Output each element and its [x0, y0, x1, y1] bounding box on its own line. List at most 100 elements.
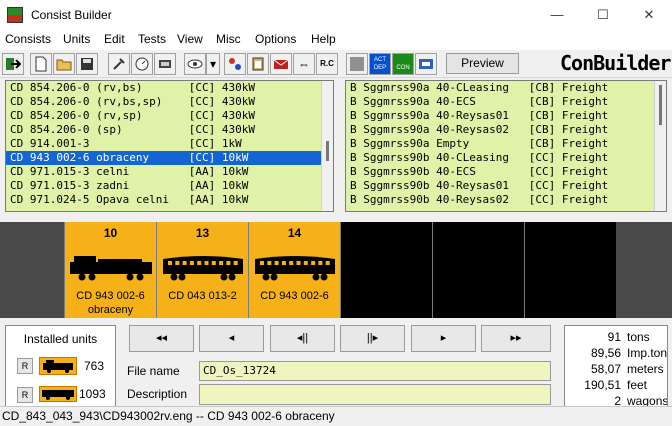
kit-icon[interactable]	[415, 53, 437, 75]
window-title: Consist Builder	[31, 8, 112, 22]
title-bar: Consist Builder — ☐ ✕	[0, 0, 672, 30]
act-dep-button[interactable]: ACT DEP	[369, 53, 391, 75]
coupler-icon[interactable]	[154, 53, 176, 75]
save-icon[interactable]	[76, 53, 98, 75]
color-swap-icon[interactable]	[224, 53, 246, 75]
new-file-icon[interactable]	[30, 53, 52, 75]
menu-units[interactable]: Units	[63, 32, 90, 46]
menu-bar: Consists Units Edit Tests View Misc Opti…	[0, 30, 672, 50]
consist-slot[interactable]	[432, 222, 524, 318]
resize-arrows-icon[interactable]: ⇔	[293, 53, 315, 75]
stat-unit: feet	[627, 378, 648, 392]
previous-unit-button[interactable]: ◂||	[270, 325, 335, 352]
coach-icon	[163, 256, 243, 281]
rc-button[interactable]: R.C	[316, 53, 338, 75]
wagon-unit-icon	[39, 386, 77, 402]
wagon-list-item[interactable]: B Sggmrss90a 40-CLeasing [CB] Freight	[346, 81, 666, 95]
view-eye-icon[interactable]	[184, 53, 206, 75]
menu-view[interactable]: View	[177, 32, 203, 46]
slot-unit-name: CD 943 002-6	[260, 290, 329, 302]
slot-unit-label: CD 043 013-2	[157, 289, 248, 303]
engine-list-item[interactable]: CD 854.206-0 (rv,bs,sp) [CC] 430kW	[6, 95, 333, 109]
first-unit-button[interactable]: ◂◂	[129, 325, 194, 352]
gray-square-icon[interactable]	[346, 53, 368, 75]
minimize-button[interactable]: —	[534, 0, 580, 30]
preview-button[interactable]: Preview	[446, 53, 519, 74]
stat-value: 89,56	[590, 346, 621, 360]
exit-icon[interactable]	[2, 53, 24, 75]
consist-slot[interactable]: 14 CD 943 002-6	[248, 222, 340, 318]
tools-icon[interactable]	[108, 53, 130, 75]
wagons-list[interactable]: B Sggmrss90a 40-CLeasing [CB] Freight B S…	[345, 80, 667, 212]
engine-list-item[interactable]: CD 854.206-0 (rv,bs) [CC] 430kW	[6, 81, 333, 95]
stat-row: 89,56 Imp.ton	[565, 346, 667, 362]
refresh-wagons-button[interactable]: R	[17, 387, 33, 403]
menu-consists[interactable]: Consists	[5, 32, 51, 46]
next-unit-button[interactable]: ||▸	[340, 325, 405, 352]
wagons-list-scrollbar[interactable]	[654, 81, 666, 211]
slot-position-number: 14	[287, 226, 302, 240]
menu-edit[interactable]: Edit	[104, 32, 125, 46]
wagon-list-item[interactable]: B Sggmrss90b 40-Reysas01 [CC] Freight	[346, 179, 666, 193]
paste-icon[interactable]	[247, 53, 269, 75]
stat-row: 58,07 meters	[565, 362, 667, 378]
installed-units-panel: Installed units R 763 R 1093	[5, 325, 116, 408]
view-dropdown-icon[interactable]: ▾	[206, 53, 220, 75]
con-button[interactable]: CON	[392, 53, 414, 75]
menu-tests[interactable]: Tests	[138, 32, 166, 46]
menu-options[interactable]: Options	[255, 32, 296, 46]
file-name-label: File name	[127, 364, 180, 378]
stat-value: 58,07	[590, 362, 621, 376]
engine-list-item[interactable]: CD 943 002-6 obraceny [CC] 10kW	[6, 151, 333, 165]
wagon-list-item[interactable]: B Sggmrss90b 40-CLeasing [CC] Freight	[346, 151, 666, 165]
engines-list[interactable]: CD 854.206-0 (rv,bs) [CC] 430kW CD 854.20…	[5, 80, 334, 212]
maximize-button[interactable]: ☐	[580, 0, 626, 30]
file-name-input[interactable]: CD_Os_13724	[199, 361, 551, 381]
consist-strip[interactable]: 10 CD 943 002-6 obraceny 13 CD 043 013-2 14 CD…	[0, 222, 672, 318]
consist-slot[interactable]: 10 CD 943 002-6 obraceny	[64, 222, 156, 318]
engine-list-item[interactable]: CD 971.015-3 zadni [AA] 10kW	[6, 179, 333, 193]
brand-logo: ConBuilder	[560, 51, 671, 75]
consist-slot[interactable]	[340, 222, 432, 318]
mail-icon[interactable]	[270, 53, 292, 75]
engines-count: 763	[84, 359, 105, 373]
menu-misc[interactable]: Misc	[216, 32, 241, 46]
engine-list-item[interactable]: CD 914.001-3 [CC] 1kW	[6, 137, 333, 151]
description-input[interactable]	[199, 384, 551, 405]
stat-unit: Imp.ton	[627, 346, 668, 360]
wagon-list-item[interactable]: B Sggmrss90a 40-Reysas01 [CB] Freight	[346, 109, 666, 123]
coach-icon	[255, 256, 335, 281]
close-button[interactable]: ✕	[626, 0, 672, 30]
engine-list-item[interactable]: CD 854.206-0 (sp) [CC] 430kW	[6, 123, 333, 137]
open-folder-icon[interactable]	[53, 53, 75, 75]
engine-unit-icon	[39, 357, 77, 375]
wagon-list-item[interactable]: B Sggmrss90a Empty [CB] Freight	[346, 137, 666, 151]
status-bar: CD_843_043_943\CD943002rv.eng -- CD 943 …	[0, 406, 672, 426]
consist-navigation: ◂◂ ◂ ◂|| ||▸ ▸ ▸▸	[129, 325, 553, 352]
slot-position-number: 10	[103, 226, 118, 240]
wagon-list-item[interactable]: B Sggmrss90a 40-Reysas02 [CB] Freight	[346, 123, 666, 137]
refresh-engines-button[interactable]: R	[17, 358, 33, 374]
next-button[interactable]: ▸	[411, 325, 476, 352]
previous-button[interactable]: ◂	[199, 325, 264, 352]
wagon-list-item[interactable]: B Sggmrss90a 40-ECS [CB] Freight	[346, 95, 666, 109]
engine-list-item[interactable]: CD 971.024-5 Opava celni [AA] 10kW	[6, 193, 333, 207]
installed-units-title: Installed units	[23, 332, 98, 346]
consist-slot[interactable]	[524, 222, 616, 318]
description-label: Description	[127, 387, 188, 401]
locomotive-icon	[70, 256, 152, 281]
engines-list-scrollbar[interactable]	[321, 81, 333, 211]
engine-list-item[interactable]: CD 854.206-0 (rv,sp) [CC] 430kW	[6, 109, 333, 123]
slot-unit-note: obraceny	[87, 304, 134, 316]
slot-unit-label: CD 943 002-6	[249, 289, 340, 303]
last-unit-button[interactable]: ▸▸	[481, 325, 551, 352]
gauge-icon[interactable]	[131, 53, 153, 75]
wagon-list-item[interactable]: B Sggmrss90b 40-Reysas02 [CC] Freight	[346, 193, 666, 207]
app-icon	[7, 7, 23, 23]
stat-value: 190,51	[584, 378, 621, 392]
wagon-list-item[interactable]: B Sggmrss90b 40-ECS [CC] Freight	[346, 165, 666, 179]
consist-slot[interactable]: 13 CD 043 013-2	[156, 222, 248, 318]
stat-value: 91	[607, 330, 621, 344]
engine-list-item[interactable]: CD 971.015-3 celni [AA] 10kW	[6, 165, 333, 179]
menu-help[interactable]: Help	[311, 32, 336, 46]
